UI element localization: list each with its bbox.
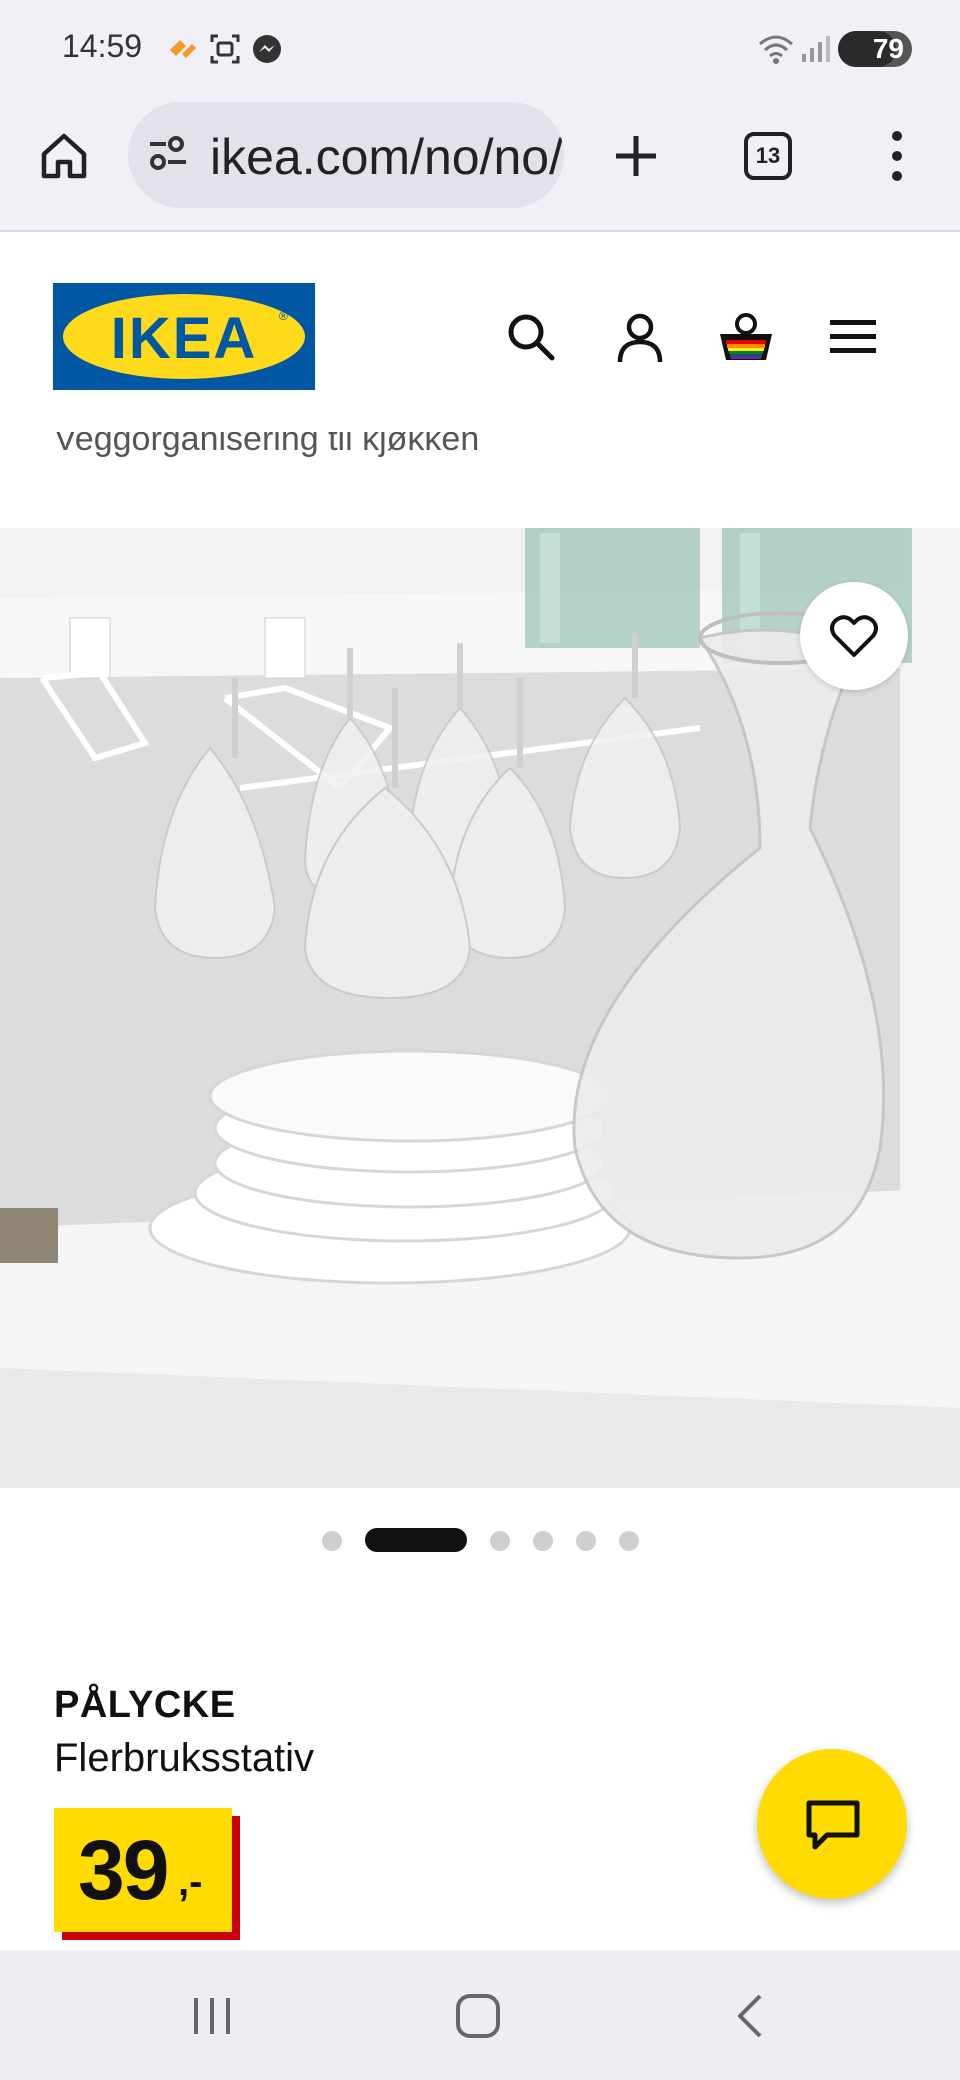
new-tab-icon[interactable] xyxy=(610,130,662,182)
chat-icon xyxy=(806,1800,860,1850)
breadcrumb: Veggorganisering til kjøkken xyxy=(0,432,960,528)
carousel-dot[interactable] xyxy=(490,1531,510,1551)
more-options-icon[interactable] xyxy=(876,128,918,184)
product-description: Flerbruksstativ xyxy=(54,1736,315,1780)
breadcrumb-text[interactable]: Veggorganisering til kjøkken xyxy=(54,432,479,459)
home-nav-icon[interactable] xyxy=(454,1992,502,2040)
tab-switcher-button[interactable]: 13 xyxy=(744,132,792,180)
carousel-indicator xyxy=(0,1528,960,1554)
heart-icon xyxy=(830,615,878,657)
carousel-dot[interactable] xyxy=(533,1531,553,1551)
product-image[interactable] xyxy=(0,528,960,1488)
screenshot-icon xyxy=(210,34,240,64)
status-time: 14:59 xyxy=(62,28,143,64)
system-navigation-bar xyxy=(0,1950,960,2080)
price-decimal: ,- xyxy=(178,1860,203,1904)
tab-count: 13 xyxy=(755,143,781,168)
carousel-dot[interactable] xyxy=(576,1531,596,1551)
site-settings-icon[interactable] xyxy=(146,132,190,176)
carousel-dot[interactable] xyxy=(619,1531,639,1551)
price-integer: 39 xyxy=(78,1823,169,1917)
ikea-logo[interactable]: IKEA ® xyxy=(53,283,315,390)
product-name: PÅLYCKE xyxy=(54,1684,236,1726)
account-icon[interactable] xyxy=(612,310,668,366)
notification-app-icon xyxy=(170,40,196,58)
site-header: IKEA ® xyxy=(0,232,960,432)
home-icon[interactable] xyxy=(36,128,92,184)
back-icon[interactable] xyxy=(730,1992,770,2040)
chat-button[interactable] xyxy=(757,1749,907,1899)
wifi-icon xyxy=(759,35,793,64)
cart-icon[interactable] xyxy=(716,310,776,366)
carousel-dot[interactable] xyxy=(322,1531,342,1551)
battery-indicator: 79 xyxy=(838,31,912,67)
logo-text: IKEA xyxy=(110,306,258,371)
carousel-dot-active[interactable] xyxy=(365,1528,467,1552)
search-icon[interactable] xyxy=(506,312,558,364)
status-bar: 14:59 79 xyxy=(0,0,960,98)
browser-toolbar: ikea.com/no/no/p/palycke 13 xyxy=(0,98,960,232)
url-bar[interactable]: ikea.com/no/no/p/palycke xyxy=(128,102,564,208)
signal-icon xyxy=(802,36,830,62)
url-text[interactable]: ikea.com/no/no/p/palycke xyxy=(210,128,564,186)
favorite-button[interactable] xyxy=(800,582,908,690)
menu-icon[interactable] xyxy=(828,314,878,360)
battery-percent: 79 xyxy=(872,33,904,64)
messenger-icon xyxy=(253,35,281,63)
recent-apps-icon[interactable] xyxy=(188,1992,236,2040)
